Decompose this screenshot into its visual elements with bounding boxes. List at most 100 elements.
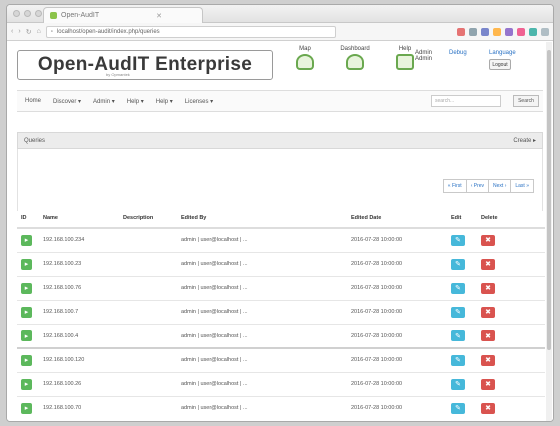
address-bar[interactable]: ▫ localhost/open-audit/index.php/queries [45,25,336,38]
cell-name[interactable]: 192.168.100.26 [39,371,119,396]
map-link[interactable]: Map [289,46,321,70]
cell-edit: ✎ [447,251,477,276]
extension-icon[interactable] [505,27,513,36]
cell-edited-date: 2016-07-28 10:00:00 [347,227,447,252]
cell-id: ▸ [17,299,39,324]
cell-delete: ✖ [477,251,545,276]
app-logo[interactable]: Open-AudIT Enterprise by Opmantek [17,50,273,80]
cell-name[interactable]: 192.168.100.70 [39,395,119,420]
col-edited-date[interactable]: Edited Date [347,208,447,229]
pager-next[interactable]: Next › [488,179,512,193]
delete-icon[interactable]: ✖ [481,330,495,342]
language-link[interactable]: Language [489,50,516,56]
delete-icon[interactable]: ✖ [481,354,495,366]
edit-icon[interactable]: ✎ [451,330,465,342]
cell-description [119,395,177,420]
edit-icon[interactable]: ✎ [451,378,465,390]
col-edited-by[interactable]: Edited By [177,208,347,229]
extension-icon[interactable] [529,27,537,36]
nav-item[interactable]: Discover ▾ [53,98,81,105]
search-button[interactable]: Search [513,95,539,107]
edit-icon[interactable]: ✎ [451,258,465,270]
table-row: ▸ 192.168.100.234 admin | user@localhost |… [17,227,545,252]
delete-icon[interactable]: ✖ [481,402,495,414]
nav-item[interactable]: Help ▾ [156,98,173,105]
edit-icon[interactable]: ✎ [451,354,465,366]
table-row: ▸ 192.168.100.4 admin | user@localhost | .… [17,323,545,348]
cell-name[interactable]: 192.168.100.23 [39,251,119,276]
maximize-window-icon[interactable] [35,10,42,17]
dashboard-link[interactable]: Dashboard [339,46,371,70]
delete-icon[interactable]: ✖ [481,282,495,294]
table-row: ▸ 192.168.100.23 admin | user@localhost | … [17,251,545,276]
edit-icon[interactable]: ✎ [451,306,465,318]
nav-item[interactable]: Admin ▾ [93,98,115,105]
page-icon: ▫ [50,28,53,35]
forward-icon[interactable]: › [18,28,20,35]
cell-id: ▸ [17,371,39,396]
view-details-icon[interactable]: ▸ [21,402,32,414]
extension-icon[interactable] [481,27,489,36]
cell-edited-date: 2016-07-28 10:00:00 [347,275,447,300]
extension-icon[interactable] [493,27,501,36]
view-details-icon[interactable]: ▸ [21,234,32,246]
debug-link[interactable]: Debug [449,50,467,56]
page-content: Open-AudIT Enterprise by Opmantek Map Da… [7,42,553,421]
cell-description [119,275,177,300]
col-name[interactable]: Name [39,208,119,229]
reload-icon[interactable]: ↻ [26,28,32,36]
col-description[interactable]: Description [119,208,177,229]
nav-item[interactable]: Help ▾ [127,98,144,105]
nav-item[interactable]: Home [25,98,41,104]
dashboard-label: Dashboard [340,46,370,52]
col-id[interactable]: ID [17,208,39,229]
view-details-icon[interactable]: ▸ [21,306,32,318]
table-row: ▸ 192.168.100.120 admin | user@localhost |… [17,347,545,372]
home-icon[interactable]: ⌂ [37,28,41,35]
delete-icon[interactable]: ✖ [481,234,495,246]
pager-last[interactable]: Last » [510,179,534,193]
cell-name[interactable]: 192.168.100.7 [39,299,119,324]
pager-prev[interactable]: ‹ Prev [465,179,490,193]
cell-name[interactable]: 192.168.100.76 [39,275,119,300]
table-header-row: ID Name Description Edited By Edited Dat… [17,208,545,229]
create-link[interactable]: Create ▸ [513,137,536,144]
cell-edit: ✎ [447,347,477,372]
logout-button[interactable]: Logout [489,59,511,70]
browser-tab[interactable]: Open-AudIT ✕ [43,7,203,23]
view-details-icon[interactable]: ▸ [21,354,32,366]
edit-icon[interactable]: ✎ [451,234,465,246]
scrollbar[interactable] [546,42,552,421]
browser-toolbar: ‹ › ↻ ⌂ ▫ localhost/open-audit/index.php… [7,23,553,41]
back-icon[interactable]: ‹ [11,28,13,35]
extension-icons [457,27,549,36]
cell-description [119,323,177,348]
scrollbar-thumb[interactable] [547,50,551,350]
view-details-icon[interactable]: ▸ [21,330,32,342]
view-details-icon[interactable]: ▸ [21,258,32,270]
delete-icon[interactable]: ✖ [481,378,495,390]
pager-first[interactable]: « First [442,179,467,193]
panel-body: « First ‹ Prev Next › Last » [17,149,543,211]
edit-icon[interactable]: ✎ [451,402,465,414]
cell-delete: ✖ [477,299,545,324]
nav-item[interactable]: Licenses ▾ [185,98,213,105]
edit-icon[interactable]: ✎ [451,282,465,294]
cell-name[interactable]: 192.168.100.4 [39,323,119,348]
cell-name[interactable]: 192.168.100.120 [39,347,119,372]
window-controls [13,10,42,17]
close-tab-icon[interactable]: ✕ [156,12,162,20]
delete-icon[interactable]: ✖ [481,258,495,270]
search-input[interactable]: search... [431,95,501,107]
minimize-window-icon[interactable] [24,10,31,17]
view-details-icon[interactable]: ▸ [21,378,32,390]
close-window-icon[interactable] [13,10,20,17]
menu-icon[interactable] [541,27,549,36]
extension-icon[interactable] [457,27,465,36]
view-details-icon[interactable]: ▸ [21,282,32,294]
extension-icon[interactable] [517,27,525,36]
extension-icon[interactable] [469,27,477,36]
cell-name[interactable]: 192.168.100.234 [39,227,119,252]
delete-icon[interactable]: ✖ [481,306,495,318]
cell-edit: ✎ [447,371,477,396]
